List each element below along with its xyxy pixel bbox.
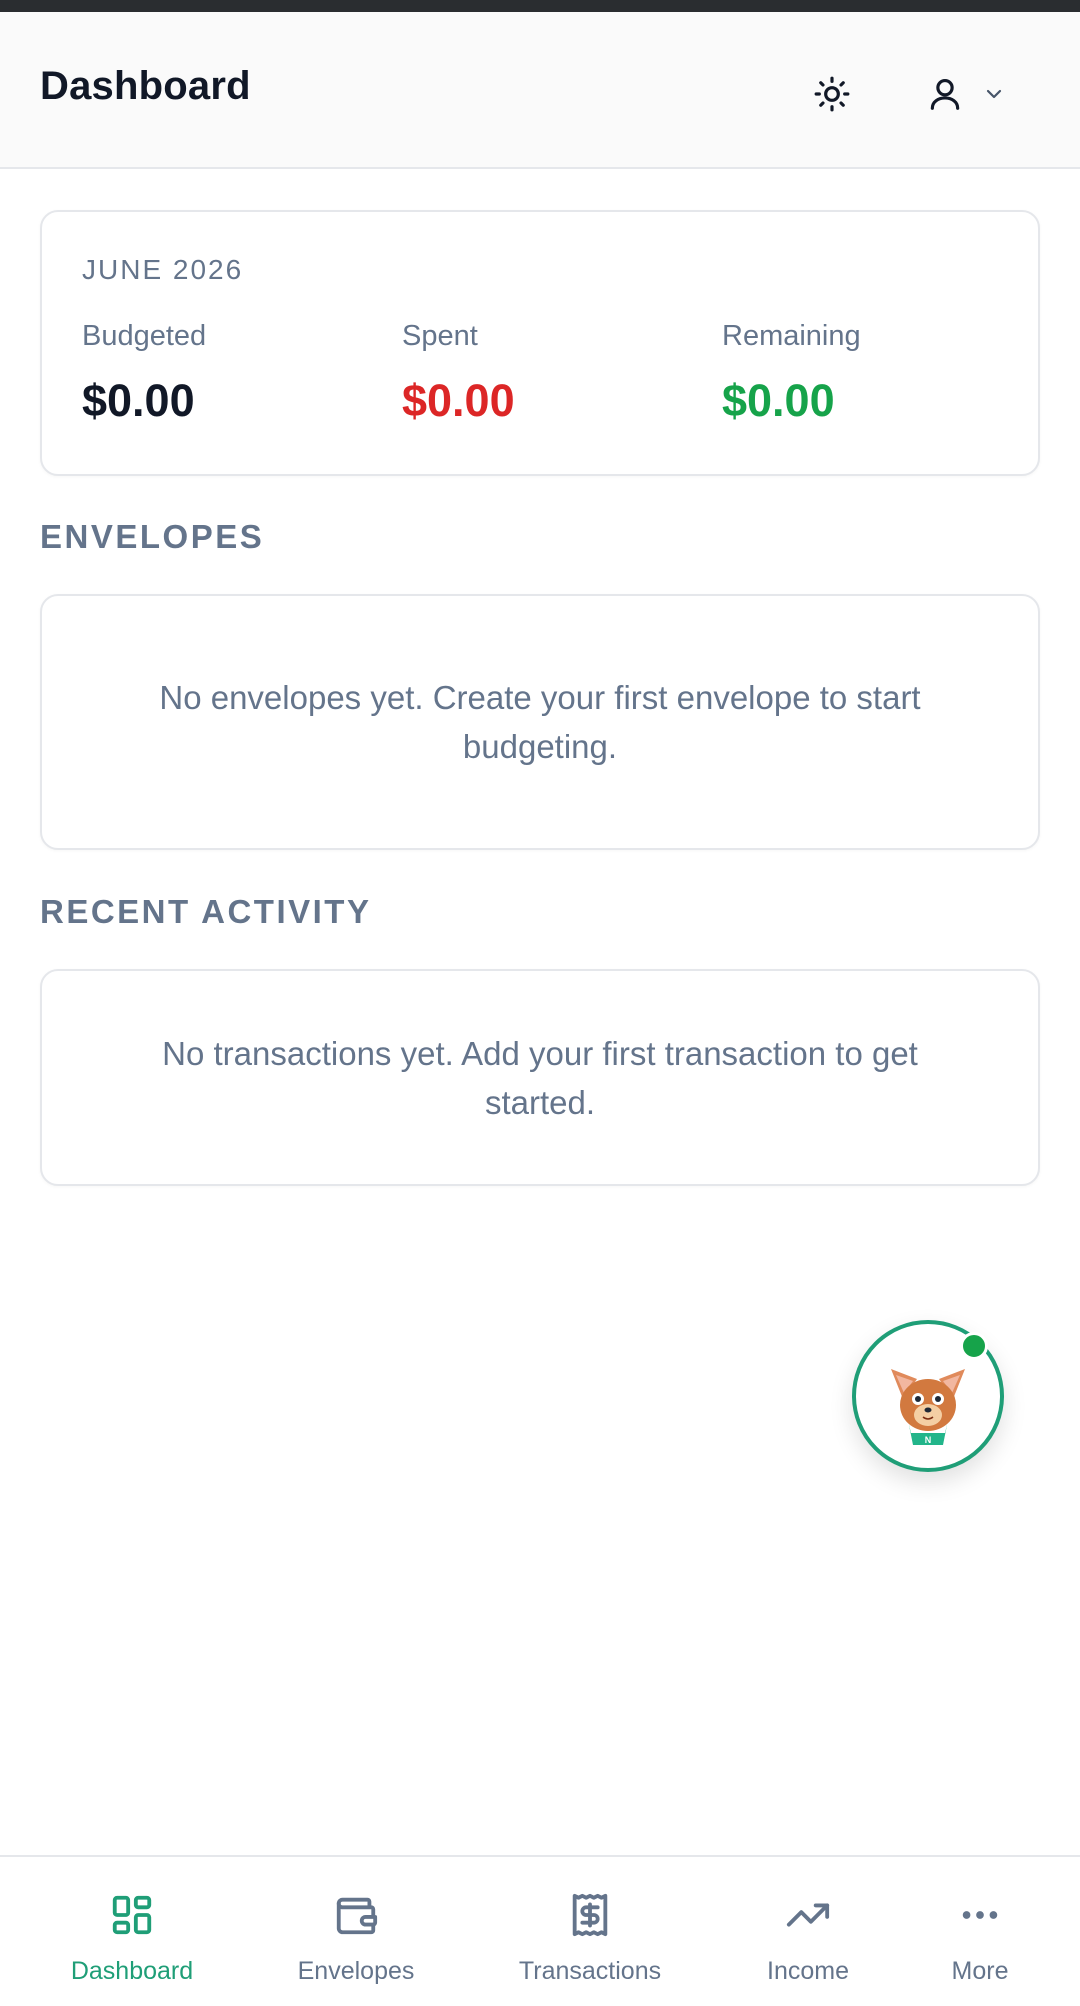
envelopes-empty-state: No envelopes yet. Create your first enve… bbox=[40, 594, 1040, 850]
nav-item-more[interactable]: More bbox=[920, 1857, 1040, 2006]
nav-item-transactions[interactable]: Transactions bbox=[500, 1857, 680, 2006]
spent-stat: Spent $0.00 bbox=[402, 320, 515, 427]
more-dots-icon bbox=[957, 1889, 1003, 1941]
recent-activity-empty-state: No transactions yet. Add your first tran… bbox=[40, 969, 1040, 1186]
sun-icon bbox=[814, 76, 850, 112]
budgeted-value: $0.00 bbox=[82, 375, 195, 426]
nav-label-dashboard: Dashboard bbox=[70, 1957, 194, 1985]
nav-label-income: Income bbox=[767, 1957, 849, 1985]
budgeted-label: Budgeted bbox=[82, 320, 207, 352]
trending-up-icon bbox=[785, 1889, 831, 1941]
bottom-navigation: Dashboard Envelopes Transactions Income … bbox=[0, 1855, 1080, 2006]
receipt-dollar-icon bbox=[567, 1889, 613, 1941]
budgeted-stat: Budgeted $0.00 bbox=[82, 320, 206, 427]
monthly-summary-card: JUNE 2026 Budgeted $0.00 Spent $0.00 Rem… bbox=[40, 210, 1040, 476]
chevron-down-icon bbox=[986, 89, 1002, 99]
user-icon bbox=[930, 78, 960, 110]
month-label: JUNE 2026 bbox=[82, 254, 244, 285]
svg-text:N: N bbox=[925, 1435, 932, 1445]
nav-item-envelopes[interactable]: Envelopes bbox=[276, 1857, 436, 2006]
spent-value: $0.00 bbox=[402, 375, 515, 426]
page-title: Dashboard bbox=[40, 64, 251, 108]
assistant-online-indicator bbox=[960, 1332, 988, 1360]
top-app-bar: Dashboard bbox=[0, 12, 1080, 169]
recent-activity-empty-text: No transactions yet. Add your first tran… bbox=[162, 1034, 918, 1121]
wallet-icon bbox=[333, 1889, 379, 1941]
nav-label-envelopes: Envelopes bbox=[297, 1957, 415, 1985]
nav-item-income[interactable]: Income bbox=[728, 1857, 888, 2006]
theme-toggle-button[interactable] bbox=[806, 68, 858, 120]
recent-activity-heading: RECENT ACTIVITY bbox=[40, 893, 372, 930]
remaining-label: Remaining bbox=[722, 320, 861, 352]
nav-item-dashboard[interactable]: Dashboard bbox=[52, 1857, 212, 2006]
remaining-value: $0.00 bbox=[722, 375, 835, 426]
spent-label: Spent bbox=[402, 320, 478, 352]
dashboard-grid-icon bbox=[109, 1889, 155, 1941]
envelopes-empty-text: No envelopes yet. Create your first enve… bbox=[159, 679, 921, 765]
remaining-stat: Remaining $0.00 bbox=[722, 320, 861, 427]
nav-label-more: More bbox=[951, 1957, 1009, 1985]
envelopes-heading: ENVELOPES bbox=[40, 518, 265, 555]
nav-label-transactions: Transactions bbox=[518, 1957, 662, 1985]
status-bar bbox=[0, 0, 1080, 12]
user-menu-button[interactable] bbox=[926, 68, 1036, 120]
